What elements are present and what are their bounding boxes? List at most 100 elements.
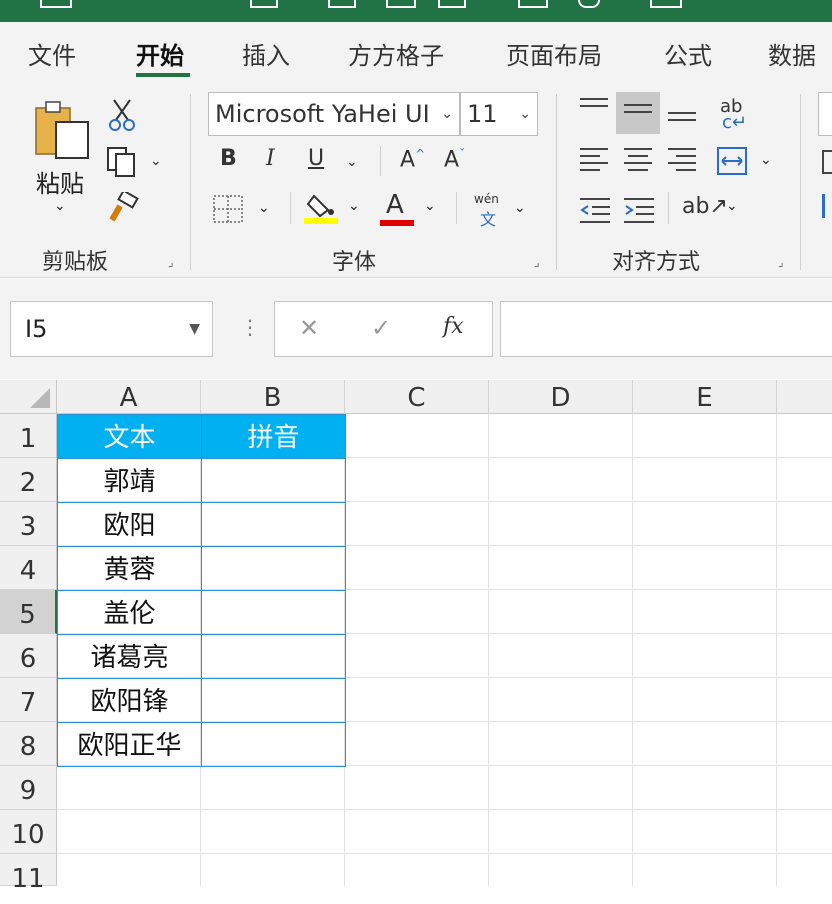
italic-button[interactable]: I [266,148,275,170]
cell-b6[interactable] [201,634,346,679]
row-header-10[interactable]: 10 [0,810,57,854]
row-header-2[interactable]: 2 [0,458,57,502]
tab-formulas[interactable]: 公式 [664,36,712,71]
cell-a7[interactable]: 欧阳锋 [57,678,202,723]
row-header-3[interactable]: 3 [0,502,57,546]
borders-button[interactable]: ⌄ [212,194,276,226]
cell-a4[interactable]: 黄蓉 [57,546,202,591]
cell-a8[interactable]: 欧阳正华 [57,722,202,767]
quick-access-icon-2[interactable] [328,0,356,8]
tab-file[interactable]: 文件 [28,36,76,71]
bold-button[interactable]: B [220,148,237,170]
font-name-value: Microsoft YaHei UI [215,100,430,128]
cell-b3[interactable] [201,502,346,547]
row-header-1[interactable]: 1 [0,414,57,458]
column-header-f[interactable] [777,380,832,414]
cell-a2[interactable]: 郭靖 [57,458,202,503]
font-size-combo[interactable]: 11 ⌄ [460,92,538,136]
cell-b2[interactable] [201,458,346,503]
row-header-8[interactable]: 8 [0,722,57,766]
cell-b4[interactable] [201,546,346,591]
chevron-down-icon: ⌄ [760,152,772,168]
tab-fangfanggezi[interactable]: 方方格子 [348,36,444,71]
column-header-c[interactable]: C [345,380,489,414]
enter-icon[interactable]: ✓ [371,314,391,342]
orientation-button[interactable]: ab↗ ⌄ [682,192,742,226]
row-header-4[interactable]: 4 [0,546,57,590]
name-box[interactable]: I5 ▼ [10,301,213,357]
chevron-down-icon: ⌄ [726,198,738,214]
cell-styles-icon[interactable] [822,194,832,218]
paste-button[interactable]: 粘贴 ⌄ [28,98,92,222]
quick-access-icon-7[interactable] [650,0,682,8]
conditional-format-icon[interactable] [822,150,832,174]
tab-data[interactable]: 数据 [768,36,816,71]
row-header-7[interactable]: 7 [0,678,57,722]
phonetic-guide-button[interactable]: wén 文 ⌄ [472,192,532,229]
cell-b8[interactable] [201,722,346,767]
cell-a3[interactable]: 欧阳 [57,502,202,547]
increase-indent-icon[interactable] [624,196,654,224]
row-header-6[interactable]: 6 [0,634,57,678]
format-painter-button[interactable] [106,189,140,224]
align-right-icon[interactable] [668,148,698,176]
font-color-button[interactable]: A ⌄ [380,190,444,228]
quick-access-icon-4[interactable] [438,0,466,8]
cell-b1[interactable]: 拼音 [201,414,346,459]
select-all-corner[interactable] [0,380,57,414]
quick-access-icon-3[interactable] [386,0,416,8]
bottom-align-icon[interactable] [668,112,698,126]
column-header-b[interactable]: B [201,380,345,414]
formula-bar-grip-icon[interactable]: ⋮ [240,315,260,339]
tab-home[interactable]: 开始 [136,36,184,71]
cancel-icon[interactable]: ✕ [299,314,319,342]
tab-page-layout[interactable]: 页面布局 [506,36,602,71]
merge-center-icon [717,147,747,175]
tab-insert[interactable]: 插入 [242,36,290,71]
top-align-icon[interactable] [580,98,610,112]
quick-access-icon-5[interactable] [518,0,548,8]
save-icon[interactable] [40,0,72,8]
row-header-5[interactable]: 5 [0,590,57,634]
underline-button[interactable]: U [308,148,324,170]
cell-b7[interactable] [201,678,346,723]
alignment-group-label: 对齐方式 [612,250,701,275]
select-all-icon [30,388,50,408]
paste-icon [35,101,89,159]
cut-button[interactable] [108,98,136,132]
chevron-down-icon[interactable]: ⌄ [346,154,358,170]
row-header-9[interactable]: 9 [0,766,57,810]
merge-center-button[interactable]: ⌄ [716,146,776,178]
align-center-icon[interactable] [624,148,654,176]
cell-a5[interactable]: 盖伦 [57,590,202,635]
clipboard-launcher-icon[interactable]: ⌟ [168,256,180,268]
borders-icon [213,195,243,223]
insert-function-icon[interactable]: fx [443,314,464,339]
formula-input[interactable] [500,301,832,357]
copy-button[interactable]: ⌄ [106,146,166,178]
cell-a1[interactable]: 文本 [57,414,202,459]
font-launcher-icon[interactable]: ⌟ [534,256,546,268]
wrap-text-button[interactable]: ab c↵ [718,96,754,133]
formula-bar: I5 ▼ ⋮ ✕ ✓ fx [0,279,832,379]
shrink-font-button[interactable]: Aˇ [444,148,465,171]
cell-b5[interactable] [201,590,346,635]
grow-font-button[interactable]: A^ [400,148,425,171]
column-header-a[interactable]: A [57,380,201,414]
worksheet-grid[interactable]: A B C D E 1 2 3 4 5 6 7 8 9 10 11 文本 拼音 … [0,380,832,894]
chevron-down-icon: ⌄ [424,198,436,214]
column-header-e[interactable]: E [633,380,777,414]
cell-a6[interactable]: 诸葛亮 [57,634,202,679]
fill-color-button[interactable]: ⌄ [304,190,368,228]
number-format-combo[interactable] [818,92,832,136]
column-header-d[interactable]: D [489,380,633,414]
alignment-launcher-icon[interactable]: ⌟ [778,256,790,268]
row-header-11[interactable]: 11 [0,854,57,894]
paste-label: 粘贴 [36,170,84,198]
quick-access-icon-6[interactable] [578,0,600,8]
decrease-indent-icon[interactable] [580,196,610,224]
font-size-value: 11 [467,100,498,128]
quick-access-icon[interactable] [250,0,278,8]
align-left-icon[interactable] [580,148,610,176]
font-name-combo[interactable]: Microsoft YaHei UI ⌄ [208,92,460,136]
